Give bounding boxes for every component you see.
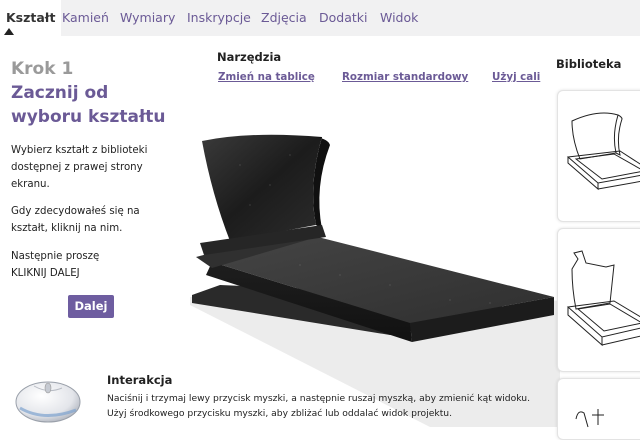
tab-label: Kształt [6,10,56,25]
library-item-shape-3[interactable] [557,378,640,440]
tab-dodatki[interactable]: Dodatki [319,0,367,36]
instruction-line: kształt, kliknij na nim. [11,223,123,234]
tab-pointer-icon [4,28,14,35]
instruction-line: Następnie proszę [11,251,100,262]
interaction-line-1: Naciśnij i trzymaj lewy przycisk myszki,… [107,393,531,404]
mouse-icon [15,381,81,423]
instruction-line: dostępnej z prawej strony [11,162,143,173]
tab-inskrypcje[interactable]: Inskrypcje [187,0,251,36]
step-label: Krok 1 [11,59,74,79]
tools-title: Narzędzia [217,50,282,64]
switch-to-plaque-link[interactable]: Zmień na tablicę [218,71,315,83]
tab-zdjecia[interactable]: Zdjęcia [261,0,307,36]
step-title-line1: Zacznij od [11,83,109,103]
library-item-shape-1[interactable] [557,90,640,222]
library-title: Biblioteka [556,57,622,71]
tab-widok[interactable]: Widok [380,0,418,36]
tab-ksztalt[interactable]: Kształt [0,0,62,36]
shape-thumbnail [575,409,604,428]
instruction-block-3: Następnie proszę KLIKNIJ DALEJ [11,248,191,282]
step-title-line2: wyboru kształtu [11,107,166,127]
use-inches-link[interactable]: Użyj cali [492,71,540,83]
top-nav-bar: Kształt Kamień Wymiary Inskrypcje Zdjęci… [0,0,640,36]
instruction-line: Wybierz kształt z biblioteki [11,145,148,156]
headstone [202,134,322,241]
monument-3d-viewport[interactable] [190,125,560,427]
instruction-line: KLIKNIJ DALEJ [11,268,80,279]
next-button[interactable]: Dalej [68,295,114,318]
tab-wymiary[interactable]: Wymiary [120,0,175,36]
step-title: Zacznij od wyboru kształtu [11,81,181,129]
instruction-line: Gdy zdecydowałeś się na [11,206,140,217]
instruction-block-2: Gdy zdecydowałeś się na kształt, kliknij… [11,203,191,237]
library-item-shape-2[interactable] [557,228,640,372]
interaction-line-2: Użyj środkowego przycisku myszki, aby zb… [107,408,453,419]
interaction-title: Interakcja [107,373,173,387]
shape-thumbnail [566,250,640,347]
shape-thumbnail [566,112,640,191]
instruction-block-1: Wybierz kształt z biblioteki dostępnej z… [11,142,191,193]
instruction-line: ekranu. [11,179,50,190]
standard-size-link[interactable]: Rozmiar standardowy [342,71,468,83]
tab-kamien[interactable]: Kamień [62,0,109,36]
